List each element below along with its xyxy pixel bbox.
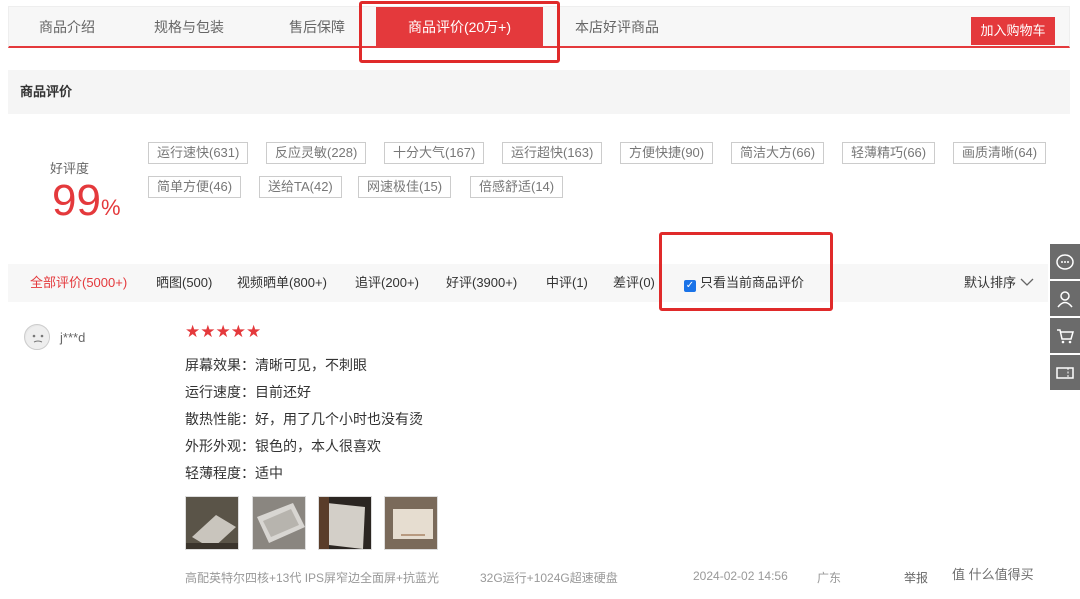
cart-sidebar-button[interactable] bbox=[1050, 318, 1080, 353]
rating-unit: % bbox=[100, 195, 121, 220]
sort-label: 默认排序 bbox=[964, 275, 1017, 290]
tab-product-reviews[interactable]: 商品评价(20万+) bbox=[376, 7, 543, 47]
review-photo-thumbnail[interactable] bbox=[185, 496, 239, 550]
filter-video[interactable]: 视频晒单(800+) bbox=[237, 264, 327, 302]
filter-neutral[interactable]: 中评(1) bbox=[546, 264, 588, 302]
only-current-product-label: 只看当前商品评价 bbox=[700, 275, 805, 290]
tag-item[interactable]: 倍感舒适(14) bbox=[470, 176, 564, 198]
star-rating: ★★★★★ bbox=[185, 322, 262, 341]
review-username: j***d bbox=[60, 330, 86, 345]
watermark: 值 什么值得买 bbox=[952, 567, 1034, 582]
sort-dropdown[interactable]: 默认排序 bbox=[964, 264, 1034, 302]
chat-icon bbox=[1056, 253, 1074, 270]
review-product-spec: 高配英特尔四核+13代 IPS屏窄边全面屏+抗蓝光 bbox=[185, 571, 440, 585]
checkbox-checked-icon: ✓ bbox=[684, 280, 696, 292]
product-tab-bar: 商品介绍 规格与包装 售后保障 商品评价(20万+) 本店好评商品 加入购物车 bbox=[8, 6, 1070, 48]
filter-negative[interactable]: 差评(0) bbox=[613, 264, 655, 302]
add-to-cart-button[interactable]: 加入购物车 bbox=[971, 17, 1055, 45]
only-current-product-checkbox[interactable]: ✓ 只看当前商品评价 bbox=[684, 264, 804, 302]
review-filter-bar: 全部评价(5000+) 晒图(500) 视频晒单(800+) 追评(200+) … bbox=[8, 264, 1048, 302]
tag-item[interactable]: 简洁大方(66) bbox=[731, 142, 825, 164]
coupon-button[interactable] bbox=[1050, 355, 1080, 390]
tag-item[interactable]: 十分大气(167) bbox=[384, 142, 485, 164]
tab-specs-packaging[interactable]: 规格与包装 bbox=[125, 7, 253, 47]
tag-item[interactable]: 简单方便(46) bbox=[148, 176, 242, 198]
cart-icon bbox=[1057, 328, 1074, 343]
review-product-storage: 32G运行+1024G超速硬盘 bbox=[480, 571, 618, 585]
review-photo-thumbnail[interactable] bbox=[252, 496, 306, 550]
tag-item[interactable]: 画质清晰(64) bbox=[953, 142, 1047, 164]
review-photo-thumbnail[interactable] bbox=[318, 496, 372, 550]
filter-with-photos[interactable]: 晒图(500) bbox=[156, 264, 212, 302]
chat-button[interactable] bbox=[1050, 244, 1080, 279]
tab-after-sales[interactable]: 售后保障 bbox=[253, 7, 381, 47]
review-line: 轻薄程度：适中 bbox=[185, 465, 283, 481]
report-link[interactable]: 举报 bbox=[904, 569, 928, 586]
review-date: 2024-02-02 14:56 bbox=[693, 569, 788, 583]
review-line: 运行速度：目前还好 bbox=[185, 384, 311, 400]
tag-item[interactable]: 反应灵敏(228) bbox=[266, 142, 367, 164]
avatar[interactable] bbox=[24, 324, 50, 350]
filter-positive[interactable]: 好评(3900+) bbox=[446, 264, 517, 302]
rating-percentage: 99% bbox=[52, 176, 121, 226]
rating-value: 99 bbox=[52, 176, 101, 225]
user-icon bbox=[1057, 290, 1073, 307]
review-line: 外形外观：银色的，本人很喜欢 bbox=[185, 438, 381, 454]
tag-item[interactable]: 运行速快(631) bbox=[148, 142, 249, 164]
review-photo-image bbox=[253, 497, 305, 549]
review-photo-image bbox=[385, 497, 437, 549]
tag-item[interactable]: 送给TA(42) bbox=[259, 176, 342, 198]
user-button[interactable] bbox=[1050, 281, 1080, 316]
tab-store-top-rated[interactable]: 本店好评商品 bbox=[543, 7, 691, 47]
coupon-icon bbox=[1056, 366, 1074, 379]
tag-item[interactable]: 运行超快(163) bbox=[502, 142, 603, 164]
tag-item[interactable]: 方便快捷(90) bbox=[620, 142, 714, 164]
filter-follow-up[interactable]: 追评(200+) bbox=[355, 264, 419, 302]
section-title: 商品评价 bbox=[8, 70, 1070, 114]
tag-item[interactable]: 轻薄精巧(66) bbox=[842, 142, 936, 164]
review-region: 广东 bbox=[817, 571, 842, 585]
review-photo-image bbox=[186, 497, 238, 549]
floating-sidebar bbox=[1050, 244, 1080, 392]
tab-product-intro[interactable]: 商品介绍 bbox=[9, 7, 125, 47]
chevron-down-icon bbox=[1020, 278, 1034, 286]
review-line: 散热性能：好，用了几个小时也没有烫 bbox=[185, 411, 423, 427]
filter-all-reviews[interactable]: 全部评价(5000+) bbox=[30, 264, 127, 302]
review-photo-thumbnail[interactable] bbox=[384, 496, 438, 550]
review-line: 屏幕效果：清晰可见，不刺眼 bbox=[185, 357, 367, 373]
review-photo-image bbox=[319, 497, 371, 549]
rating-label: 好评度 bbox=[50, 161, 90, 176]
tag-item[interactable]: 网速极佳(15) bbox=[358, 176, 452, 198]
avatar-icon bbox=[26, 326, 49, 349]
